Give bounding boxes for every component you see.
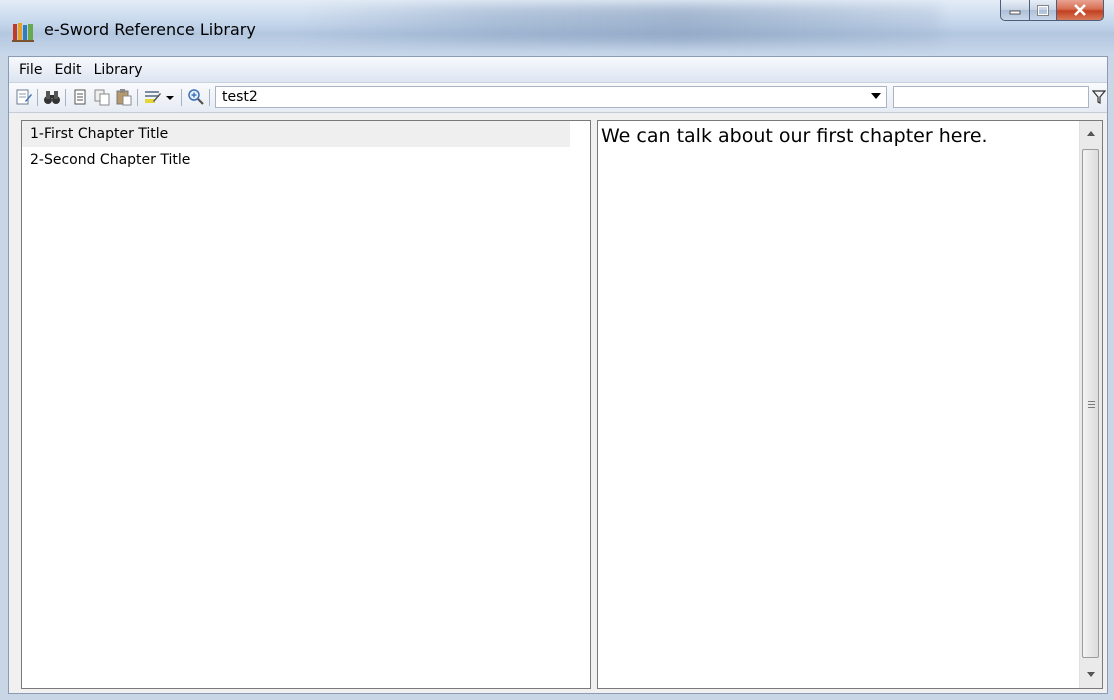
scroll-down-button[interactable] bbox=[1080, 664, 1102, 686]
close-button[interactable] bbox=[1057, 0, 1104, 21]
scroll-up-button[interactable] bbox=[1080, 123, 1102, 145]
title-bar[interactable]: e-Sword Reference Library bbox=[0, 0, 1114, 56]
toolbar-separator bbox=[65, 89, 66, 106]
minimize-icon bbox=[1009, 10, 1021, 15]
grip-line bbox=[1088, 401, 1095, 402]
maximize-button[interactable] bbox=[1030, 0, 1057, 21]
edit-page-icon[interactable] bbox=[15, 88, 33, 106]
copy-icon[interactable] bbox=[93, 88, 111, 106]
close-icon bbox=[1074, 4, 1086, 16]
paste-icon[interactable] bbox=[115, 88, 133, 106]
minimize-button[interactable] bbox=[1000, 0, 1030, 21]
highlight-dropdown-icon[interactable] bbox=[143, 88, 177, 106]
grip-line bbox=[1088, 404, 1095, 405]
document-icon[interactable] bbox=[71, 88, 89, 106]
scroll-thumb[interactable] bbox=[1082, 149, 1099, 658]
vertical-scrollbar[interactable] bbox=[1079, 121, 1102, 688]
books-icon bbox=[12, 23, 34, 42]
window-title: e-Sword Reference Library bbox=[44, 20, 256, 39]
toolbar-separator bbox=[37, 89, 38, 106]
menu-edit[interactable]: Edit bbox=[48, 62, 87, 78]
list-item[interactable]: 1-First Chapter Title bbox=[22, 121, 570, 147]
book-select[interactable]: test2 bbox=[215, 86, 887, 108]
window-client: File Edit Library test2 1-First Chapter … bbox=[8, 56, 1108, 694]
filter-input[interactable] bbox=[893, 86, 1089, 108]
content-pane[interactable]: We can talk about our first chapter here… bbox=[597, 120, 1103, 689]
toolbar-separator bbox=[181, 89, 182, 106]
chevron-down-icon[interactable] bbox=[871, 93, 881, 99]
toolbar-separator bbox=[209, 89, 210, 106]
list-item[interactable]: 2-Second Chapter Title bbox=[22, 147, 570, 173]
binoculars-icon[interactable] bbox=[43, 88, 61, 106]
toolbar-separator bbox=[137, 89, 138, 106]
funnel-icon[interactable] bbox=[1092, 90, 1106, 104]
book-select-value: test2 bbox=[222, 89, 258, 105]
window-controls bbox=[1000, 0, 1104, 28]
background-blur bbox=[300, 4, 940, 44]
chapter-list: 1-First Chapter Title 2-Second Chapter T… bbox=[21, 120, 591, 689]
content-text: We can talk about our first chapter here… bbox=[601, 125, 988, 147]
grip-line bbox=[1088, 407, 1095, 408]
maximize-icon bbox=[1037, 4, 1049, 16]
toolbar: test2 bbox=[9, 83, 1107, 113]
zoom-icon[interactable] bbox=[187, 88, 205, 106]
menu-library[interactable]: Library bbox=[88, 62, 149, 78]
menu-bar: File Edit Library bbox=[9, 57, 1107, 83]
menu-file[interactable]: File bbox=[13, 62, 48, 78]
